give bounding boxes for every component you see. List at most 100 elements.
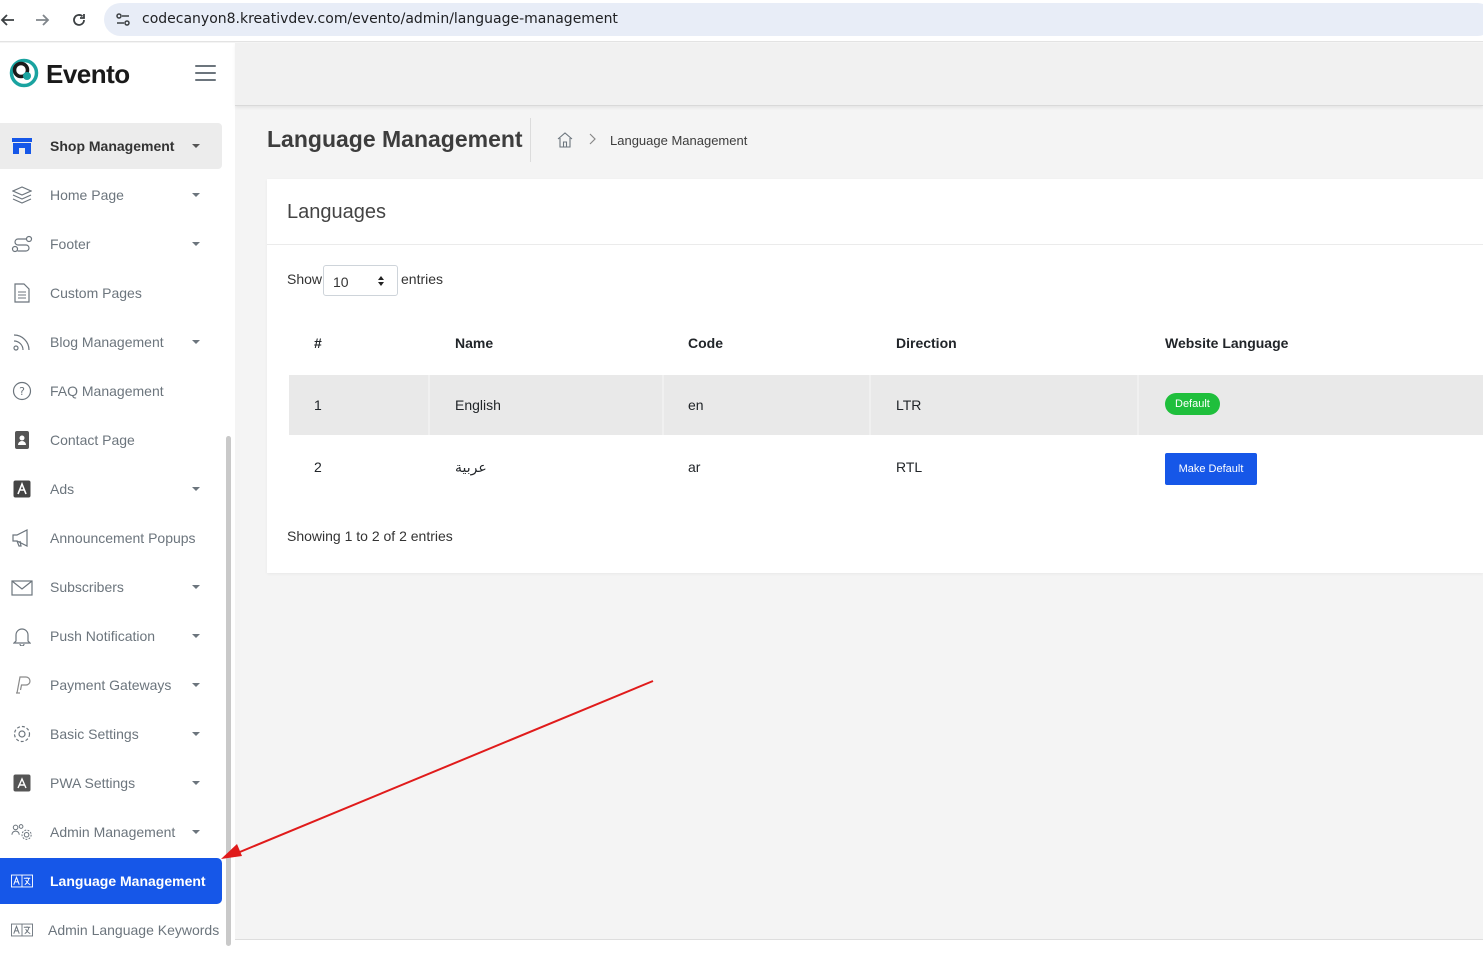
table-row: 2 عربية ar RTL Make Default	[289, 437, 1483, 497]
sidebar-item-label: Push Notification	[50, 628, 156, 644]
default-language-badge: Default	[1165, 393, 1220, 415]
forward-arrow-icon[interactable]	[30, 8, 54, 32]
cell-direction: RTL	[896, 459, 923, 475]
back-arrow-icon[interactable]	[0, 8, 20, 32]
url-text[interactable]: codecanyon8.kreativdev.com/evento/admin/…	[142, 11, 618, 27]
caret-down-icon	[192, 781, 200, 785]
sidebar-item-footer[interactable]: Footer	[0, 221, 222, 267]
sidebar-item-label: Language Management	[50, 873, 206, 889]
table-info: Showing 1 to 2 of 2 entries	[287, 528, 453, 544]
logo-area: Evento	[0, 43, 235, 106]
column-header-website-language[interactable]: Website Language	[1165, 335, 1288, 351]
translate-icon	[11, 870, 33, 892]
sidebar-item-label: Subscribers	[50, 579, 124, 595]
caret-down-icon	[192, 242, 200, 246]
caret-down-icon	[192, 340, 200, 344]
cell-direction: LTR	[896, 397, 922, 413]
sidebar-item-faq-management[interactable]: ? FAQ Management	[0, 368, 222, 414]
sidebar-item-label: Admin Management	[50, 824, 176, 840]
sidebar-item-label: PWA Settings	[50, 775, 136, 791]
card-divider	[267, 244, 1483, 245]
sidebar-item-subscribers[interactable]: Subscribers	[0, 564, 222, 610]
caret-down-icon	[192, 193, 200, 197]
caret-down-icon	[192, 585, 200, 589]
bell-icon	[11, 625, 33, 647]
sidebar-item-admin-management[interactable]: Admin Management	[0, 809, 222, 855]
footer	[235, 940, 1483, 955]
cell-number: 1	[314, 397, 322, 413]
ads-icon	[11, 478, 33, 500]
sidebar-item-announcement-popups[interactable]: Announcement Popups	[0, 515, 222, 561]
title-separator	[530, 118, 531, 162]
home-icon[interactable]	[556, 131, 574, 149]
hamburger-menu-icon[interactable]	[195, 65, 216, 81]
sidebar-item-home-page[interactable]: Home Page	[0, 172, 222, 218]
show-label: Show	[287, 271, 323, 287]
entries-per-page-select[interactable]: 10	[323, 265, 398, 296]
sidebar-item-ads[interactable]: Ads	[0, 466, 222, 512]
caret-down-icon	[192, 830, 200, 834]
caret-down-icon	[192, 732, 200, 736]
cell-number: 2	[314, 459, 322, 475]
sidebar-item-admin-language-keywords[interactable]: Admin Language Keywords	[0, 907, 222, 953]
chevron-right-icon	[589, 133, 596, 145]
address-bar[interactable]: codecanyon8.kreativdev.com/evento/admin/…	[104, 3, 1483, 36]
card-title: Languages	[287, 201, 386, 223]
column-header-number[interactable]: #	[314, 335, 322, 351]
sidebar-item-label: Custom Pages	[50, 285, 142, 301]
route-icon	[11, 233, 33, 255]
languages-card: Languages Show 10 entries # Name Code Di…	[267, 179, 1483, 573]
sidebar-item-label: Footer	[50, 236, 91, 252]
column-header-direction[interactable]: Direction	[896, 335, 957, 351]
caret-down-icon	[192, 487, 200, 491]
evento-logo-icon[interactable]	[9, 58, 39, 88]
sidebar: Evento Shop Management Home Page Footer	[0, 43, 235, 955]
sidebar-menu: Shop Management Home Page Footer Custom …	[0, 123, 222, 955]
cell-code: en	[688, 397, 704, 413]
envelope-icon	[11, 576, 33, 598]
users-gear-icon	[11, 821, 33, 843]
make-default-button[interactable]: Make Default	[1165, 453, 1257, 485]
sidebar-item-label: Shop Management	[50, 138, 175, 154]
table-cell-bg	[289, 375, 428, 435]
table-row: 1 English en LTR Default	[289, 375, 1483, 435]
reload-icon[interactable]	[67, 8, 91, 32]
sidebar-item-label: Contact Page	[50, 432, 135, 448]
layers-icon	[11, 184, 33, 206]
entries-per-page-value: 10	[333, 274, 349, 290]
top-header-bar	[235, 43, 1483, 106]
contact-book-icon	[11, 429, 33, 451]
store-icon	[11, 135, 33, 157]
sidebar-item-payment-gateways[interactable]: Payment Gateways	[0, 662, 222, 708]
entries-label: entries	[401, 271, 444, 287]
page-title: Language Management	[267, 126, 523, 152]
sidebar-item-custom-pages[interactable]: Custom Pages	[0, 270, 222, 316]
sidebar-item-language-management[interactable]: Language Management	[0, 858, 222, 904]
gear-icon	[11, 723, 33, 745]
sidebar-item-label: FAQ Management	[50, 383, 164, 399]
browser-toolbar: codecanyon8.kreativdev.com/evento/admin/…	[0, 0, 1483, 42]
site-settings-icon[interactable]	[114, 11, 132, 29]
sidebar-item-label: Ads	[50, 481, 75, 497]
caret-down-icon	[192, 634, 200, 638]
sidebar-item-pwa-settings[interactable]: PWA Settings	[0, 760, 222, 806]
sidebar-item-push-notification[interactable]: Push Notification	[0, 613, 222, 659]
annotation-arrow-icon	[221, 680, 654, 859]
paypal-icon	[11, 674, 33, 696]
column-header-name[interactable]: Name	[455, 335, 493, 351]
sidebar-item-label: Home Page	[50, 187, 124, 203]
sidebar-item-contact-page[interactable]: Contact Page	[0, 417, 222, 463]
megaphone-icon	[11, 527, 33, 549]
caret-down-icon	[192, 683, 200, 687]
sidebar-item-shop-management[interactable]: Shop Management	[0, 123, 222, 169]
column-header-code[interactable]: Code	[688, 335, 723, 351]
sidebar-item-label: Admin Language Keywords	[48, 922, 220, 938]
brand-name[interactable]: Evento	[46, 59, 130, 90]
svg-text:?: ?	[19, 385, 25, 398]
app-store-icon	[11, 772, 33, 794]
translate-icon	[11, 919, 33, 941]
sidebar-item-basic-settings[interactable]: Basic Settings	[0, 711, 222, 757]
cell-name: English	[455, 397, 501, 413]
sidebar-item-blog-management[interactable]: Blog Management	[0, 319, 222, 365]
question-icon: ?	[11, 380, 33, 402]
